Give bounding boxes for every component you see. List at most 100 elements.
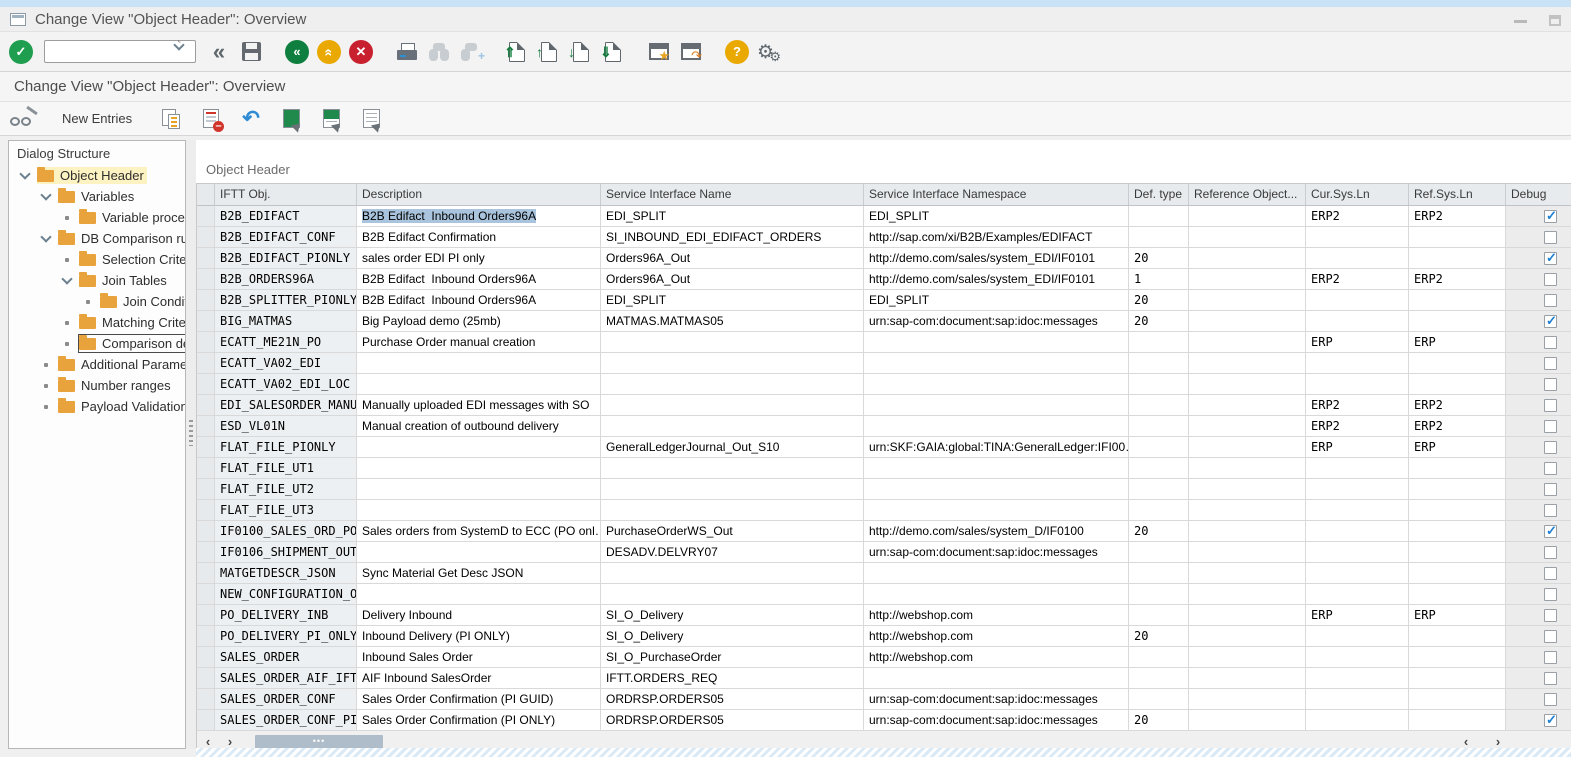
si_ns-cell[interactable]: urn:sap-com:document:sap:idoc:messages xyxy=(864,689,1129,710)
row-selector[interactable] xyxy=(197,248,215,269)
debug-checkbox[interactable] xyxy=(1544,567,1557,580)
debug-checkbox[interactable] xyxy=(1544,651,1557,664)
si_ns-cell[interactable] xyxy=(864,332,1129,353)
desc-cell[interactable]: B2B Edifact Confirmation xyxy=(357,227,601,248)
si_ns-cell[interactable]: urn:sap-com:document:sap:idoc:messages xyxy=(864,710,1129,731)
def_type-cell[interactable] xyxy=(1129,542,1189,563)
tree-item-additional-parameter[interactable]: Additional Parameter xyxy=(9,354,185,375)
column-header-ref_sys[interactable]: Ref.Sys.Ln xyxy=(1409,184,1506,206)
si_name-cell[interactable] xyxy=(601,479,864,500)
row-selector[interactable] xyxy=(197,710,215,731)
tree-item-db-comparison-rule[interactable]: DB Comparison rule xyxy=(9,228,185,249)
ref_obj-cell[interactable] xyxy=(1189,605,1306,626)
row-selector[interactable] xyxy=(197,269,215,290)
obj-cell[interactable]: PO_DELIVERY_INB xyxy=(215,605,357,626)
si_ns-cell[interactable]: http://demo.com/sales/system_D/IF0100 xyxy=(864,521,1129,542)
desc-cell[interactable]: Big Payload demo (25mb) xyxy=(357,311,601,332)
desc-cell[interactable] xyxy=(357,479,601,500)
row-selector[interactable] xyxy=(197,227,215,248)
def_type-cell[interactable] xyxy=(1129,479,1189,500)
ref_obj-cell[interactable] xyxy=(1189,647,1306,668)
ref_obj-cell[interactable] xyxy=(1189,563,1306,584)
ref_sys-cell[interactable]: ERP xyxy=(1409,437,1506,458)
save-icon[interactable] xyxy=(238,38,264,66)
desc-cell[interactable]: Delivery Inbound xyxy=(357,605,601,626)
row-selector[interactable] xyxy=(197,311,215,332)
create-session-icon[interactable]: ★ xyxy=(646,38,672,66)
help-icon[interactable]: ? xyxy=(724,38,750,66)
si_name-cell[interactable]: PurchaseOrderWS_Out xyxy=(601,521,864,542)
si_name-cell[interactable] xyxy=(601,500,864,521)
ref_sys-cell[interactable] xyxy=(1409,311,1506,332)
def_type-cell[interactable] xyxy=(1129,353,1189,374)
ref_obj-cell[interactable] xyxy=(1189,437,1306,458)
si_name-cell[interactable]: SI_INBOUND_EDI_EDIFACT_ORDERS xyxy=(601,227,864,248)
row-selector[interactable] xyxy=(197,416,215,437)
ref_sys-cell[interactable]: ERP xyxy=(1409,605,1506,626)
tree-item-matching-criteria[interactable]: Matching Criteria xyxy=(9,312,185,333)
debug-checkbox[interactable] xyxy=(1544,483,1557,496)
def_type-cell[interactable]: 1 xyxy=(1129,269,1189,290)
row-selector[interactable] xyxy=(197,668,215,689)
si_name-cell[interactable] xyxy=(601,353,864,374)
first-page-icon[interactable]: ⇑ xyxy=(504,38,530,66)
si_ns-cell[interactable]: http://webshop.com xyxy=(864,647,1129,668)
si_ns-cell[interactable] xyxy=(864,584,1129,605)
column-header-obj[interactable]: IFTT Obj. xyxy=(215,184,357,206)
ref_obj-cell[interactable] xyxy=(1189,668,1306,689)
ref_sys-cell[interactable]: ERP2 xyxy=(1409,395,1506,416)
ref_sys-cell[interactable] xyxy=(1409,689,1506,710)
scroll-right-icon[interactable]: › xyxy=(219,734,241,749)
column-header-def_type[interactable]: Def. type xyxy=(1129,184,1189,206)
row-selector[interactable] xyxy=(197,479,215,500)
select-all-corner-cell[interactable] xyxy=(197,184,215,206)
def_type-cell[interactable] xyxy=(1129,500,1189,521)
si_ns-cell[interactable]: urn:sap-com:document:sap:idoc:messages xyxy=(864,542,1129,563)
tree-item-payload-validation-ig[interactable]: Payload Validation Ig xyxy=(9,396,185,417)
def_type-cell[interactable]: 20 xyxy=(1129,626,1189,647)
obj-cell[interactable]: B2B_ORDERS96A xyxy=(215,269,357,290)
row-selector[interactable] xyxy=(197,374,215,395)
def_type-cell[interactable]: 20 xyxy=(1129,311,1189,332)
tree-item-variables[interactable]: Variables xyxy=(9,186,185,207)
si_ns-cell[interactable] xyxy=(864,353,1129,374)
desc-cell[interactable]: B2B Edifact Inbound Orders96A xyxy=(357,290,601,311)
previous-page-icon[interactable]: ↑ xyxy=(536,38,562,66)
row-selector[interactable] xyxy=(197,332,215,353)
back-icon[interactable]: « xyxy=(284,38,310,66)
obj-cell[interactable]: IF0106_SHIPMENT_OUT… xyxy=(215,542,357,563)
customize-icon[interactable]: ⚙⚙ xyxy=(756,38,782,66)
debug-checkbox[interactable] xyxy=(1544,462,1557,475)
def_type-cell[interactable] xyxy=(1129,647,1189,668)
delete-icon[interactable] xyxy=(198,105,224,133)
si_ns-cell[interactable]: http://demo.com/sales/system_EDI/IF0101 xyxy=(864,269,1129,290)
column-header-cur_sys[interactable]: Cur.Sys.Ln xyxy=(1306,184,1409,206)
si_ns-cell[interactable] xyxy=(864,668,1129,689)
ref_obj-cell[interactable] xyxy=(1189,626,1306,647)
select-all-icon[interactable] xyxy=(278,105,304,133)
debug-checkbox[interactable] xyxy=(1544,693,1557,706)
cur_sys-cell[interactable] xyxy=(1306,668,1409,689)
scroll-left-icon[interactable]: ‹ xyxy=(197,734,219,749)
si_ns-cell[interactable] xyxy=(864,395,1129,416)
ref_obj-cell[interactable] xyxy=(1189,374,1306,395)
ref_sys-cell[interactable] xyxy=(1409,290,1506,311)
column-header-desc[interactable]: Description xyxy=(357,184,601,206)
cur_sys-cell[interactable] xyxy=(1306,689,1409,710)
row-selector[interactable] xyxy=(197,626,215,647)
si_name-cell[interactable] xyxy=(601,332,864,353)
ref_obj-cell[interactable] xyxy=(1189,395,1306,416)
row-selector[interactable] xyxy=(197,521,215,542)
desc-cell[interactable]: Sales orders from SystemD to ECC (PO onl… xyxy=(357,521,601,542)
si_ns-cell[interactable]: http://webshop.com xyxy=(864,626,1129,647)
row-selector[interactable] xyxy=(197,290,215,311)
row-selector[interactable] xyxy=(197,500,215,521)
chevron-down-icon[interactable] xyxy=(40,189,51,200)
desc-cell[interactable]: Inbound Sales Order xyxy=(357,647,601,668)
ref_obj-cell[interactable] xyxy=(1189,206,1306,227)
desc-cell[interactable] xyxy=(357,542,601,563)
cancel-icon[interactable]: ✕ xyxy=(348,38,374,66)
row-selector[interactable] xyxy=(197,437,215,458)
copy-as-icon[interactable] xyxy=(158,105,184,133)
si_name-cell[interactable] xyxy=(601,416,864,437)
